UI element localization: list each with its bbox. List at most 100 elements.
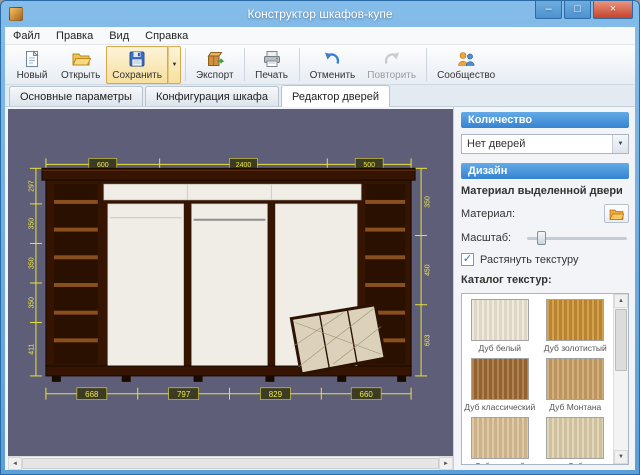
export-icon bbox=[205, 49, 225, 69]
vscroll-thumb[interactable] bbox=[615, 309, 627, 371]
texture-swatch[interactable] bbox=[471, 417, 529, 459]
toolbar: Новый Открыть Сохранить ▼ Экспорт bbox=[5, 45, 635, 85]
redo-button-label: Повторить bbox=[367, 70, 416, 81]
menu-file[interactable]: Файл bbox=[5, 27, 48, 44]
app-window: Конструктор шкафов-купе – □ × Файл Правк… bbox=[0, 0, 640, 475]
tab-wardrobe-configuration[interactable]: Конфигурация шкафа bbox=[145, 86, 279, 106]
bottom-dim-3: 829 bbox=[269, 390, 283, 399]
scale-slider[interactable] bbox=[525, 231, 629, 245]
scale-label: Масштаб: bbox=[461, 232, 523, 244]
scroll-down-button[interactable]: ▼ bbox=[614, 450, 628, 464]
material-group-title: Материал выделенной двери bbox=[461, 185, 629, 197]
texture-caption: Дуб золотистый bbox=[538, 343, 612, 353]
texture-item[interactable]: Дуб классический bbox=[463, 358, 537, 412]
texture-swatch[interactable] bbox=[546, 358, 604, 400]
undo-button[interactable]: Отменить bbox=[304, 46, 362, 84]
top-dim-left: 600 bbox=[97, 162, 109, 169]
check-icon: ✓ bbox=[463, 254, 472, 265]
community-button[interactable]: Сообщество bbox=[431, 46, 501, 84]
texture-list-vscrollbar[interactable]: ▲ ▼ bbox=[613, 294, 628, 464]
right-dim-1: 350 bbox=[425, 196, 432, 208]
slider-thumb[interactable] bbox=[537, 231, 546, 245]
menu-help[interactable]: Справка bbox=[137, 27, 196, 44]
tab-main-parameters[interactable]: Основные параметры bbox=[9, 86, 143, 106]
texture-caption: Дуб светлый bbox=[463, 461, 537, 464]
texture-caption: Дуб белый bbox=[463, 343, 537, 353]
close-icon: × bbox=[610, 4, 616, 15]
wardrobe-section-1[interactable] bbox=[108, 204, 184, 366]
scroll-up-icon: ▲ bbox=[618, 298, 624, 304]
left-dim-4: 350 bbox=[28, 297, 35, 309]
texture-item[interactable]: Дуб белый bbox=[463, 299, 537, 353]
chevron-down-icon[interactable]: ▼ bbox=[612, 135, 628, 153]
bottom-dim-4: 660 bbox=[360, 390, 374, 399]
titlebar: Конструктор шкафов-купе – □ × bbox=[1, 1, 639, 27]
door-quantity-dropdown[interactable]: Нет дверей ▼ bbox=[461, 134, 629, 154]
print-button[interactable]: Печать bbox=[249, 46, 295, 84]
texture-caption: Дуб Монтана bbox=[538, 402, 612, 412]
texture-item[interactable]: Дуб Монтана bbox=[538, 358, 612, 412]
quantity-section-header[interactable]: Количество bbox=[461, 112, 629, 128]
browse-material-button[interactable] bbox=[604, 204, 629, 223]
save-icon bbox=[127, 49, 147, 69]
right-panel: Количество Нет дверей ▼ Дизайн Материал … bbox=[454, 107, 635, 470]
left-dim-2: 350 bbox=[28, 218, 35, 230]
stretch-texture-row[interactable]: ✓ Растянуть текстуру bbox=[461, 253, 629, 266]
undo-button-label: Отменить bbox=[310, 70, 356, 81]
scroll-right-button[interactable]: ► bbox=[439, 457, 453, 470]
menubar: Файл Правка Вид Справка bbox=[5, 27, 635, 45]
maximize-button[interactable]: □ bbox=[564, 1, 591, 19]
scroll-left-icon: ◄ bbox=[12, 461, 18, 467]
bottom-dim-1: 668 bbox=[85, 390, 99, 399]
toolbar-separator bbox=[426, 48, 427, 81]
texture-item[interactable]: Дуб bbox=[538, 417, 612, 464]
minimize-button[interactable]: – bbox=[535, 1, 562, 19]
design-section-header[interactable]: Дизайн bbox=[461, 163, 629, 179]
scroll-down-icon: ▼ bbox=[618, 454, 624, 460]
toolbar-separator bbox=[244, 48, 245, 81]
save-button-label: Сохранить bbox=[112, 70, 162, 81]
menu-view[interactable]: Вид bbox=[101, 27, 137, 44]
texture-caption: Дуб классический bbox=[463, 402, 537, 412]
stretch-texture-checkbox[interactable]: ✓ bbox=[461, 253, 474, 266]
drawing-pane: 600 2400 500 bbox=[5, 107, 454, 470]
texture-item[interactable]: Дуб светлый bbox=[463, 417, 537, 464]
print-icon bbox=[262, 49, 282, 69]
tab-door-editor[interactable]: Редактор дверей bbox=[281, 85, 390, 107]
print-button-label: Печать bbox=[255, 70, 288, 81]
undo-icon bbox=[322, 49, 342, 69]
texture-swatch[interactable] bbox=[546, 417, 604, 459]
scroll-left-button[interactable]: ◄ bbox=[8, 457, 22, 470]
material-row: Материал: bbox=[461, 204, 629, 223]
save-button[interactable]: Сохранить bbox=[106, 46, 168, 84]
redo-button[interactable]: Повторить bbox=[361, 46, 422, 84]
texture-catalog-label: Каталог текстур: bbox=[461, 274, 629, 286]
hscroll-thumb[interactable] bbox=[22, 458, 439, 469]
design-canvas[interactable]: 600 2400 500 bbox=[8, 109, 453, 456]
open-button[interactable]: Открыть bbox=[55, 46, 106, 84]
new-button[interactable]: Новый bbox=[9, 46, 55, 84]
save-dropdown-button[interactable]: ▼ bbox=[168, 46, 181, 84]
texture-swatch[interactable] bbox=[546, 299, 604, 341]
save-button-group: Сохранить ▼ bbox=[106, 46, 181, 84]
close-button[interactable]: × bbox=[593, 1, 633, 19]
texture-grid: Дуб белый Дуб золотистый Дуб классически… bbox=[462, 294, 613, 464]
toolbar-separator bbox=[299, 48, 300, 81]
texture-catalog-list[interactable]: Дуб белый Дуб золотистый Дуб классически… bbox=[461, 293, 629, 465]
export-button[interactable]: Экспорт bbox=[190, 46, 240, 84]
texture-item[interactable]: Дуб золотистый bbox=[538, 299, 612, 353]
folder-icon bbox=[609, 208, 624, 220]
community-icon bbox=[456, 49, 476, 69]
texture-swatch[interactable] bbox=[471, 299, 529, 341]
menu-edit[interactable]: Правка bbox=[48, 27, 101, 44]
maximize-icon: □ bbox=[574, 4, 581, 15]
scroll-up-button[interactable]: ▲ bbox=[614, 294, 628, 308]
scroll-right-icon: ► bbox=[443, 461, 449, 467]
window-title: Конструктор шкафов-купе bbox=[247, 7, 392, 21]
client-area: Файл Правка Вид Справка Новый Открыть Со… bbox=[5, 27, 635, 470]
minimize-icon: – bbox=[545, 4, 551, 15]
canvas-hscrollbar[interactable]: ◄ ► bbox=[8, 456, 453, 470]
right-dim-3: 603 bbox=[425, 334, 432, 346]
texture-swatch[interactable] bbox=[471, 358, 529, 400]
wardrobe-section-2[interactable] bbox=[192, 204, 268, 366]
